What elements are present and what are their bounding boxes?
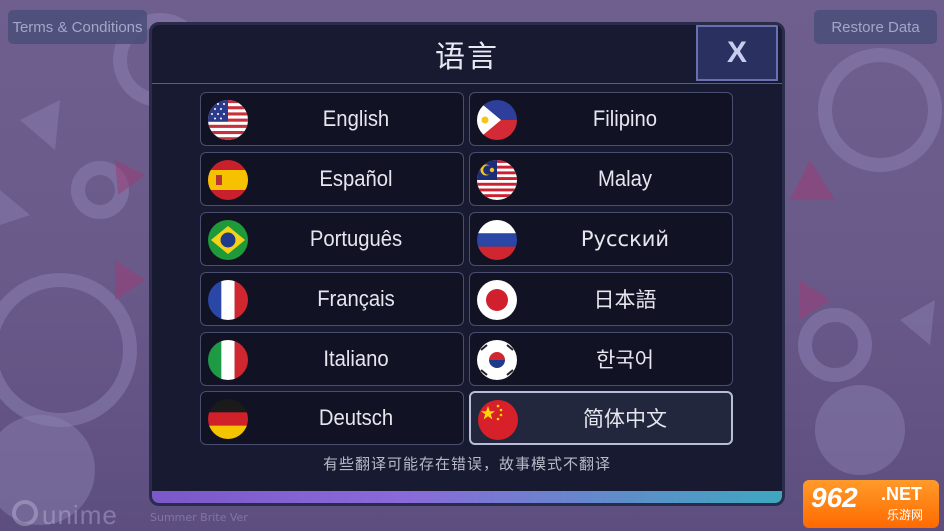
brand-logo: unime: [12, 500, 118, 531]
language-label: 한국어: [596, 348, 654, 372]
jp-flag-icon: [477, 280, 517, 320]
br-flag-icon: [208, 220, 248, 260]
my-flag-icon: [477, 160, 517, 200]
language-label: Italiano: [323, 346, 389, 371]
language-option-francais[interactable]: Français: [200, 272, 464, 326]
restore-data-button[interactable]: Restore Data: [814, 10, 937, 44]
language-label: Português: [309, 226, 403, 251]
language-option-russian[interactable]: Русский: [469, 212, 733, 266]
language-option-italiano[interactable]: Italiano: [200, 332, 464, 386]
watermark-number: 962: [811, 482, 858, 513]
language-option-korean[interactable]: 한국어: [469, 332, 733, 386]
language-label: Français: [317, 286, 395, 311]
dialog-header: 语言: [152, 25, 782, 84]
ru-flag-icon: [477, 220, 517, 260]
language-option-malay[interactable]: Malay: [469, 152, 733, 206]
de-flag-icon: [208, 399, 248, 439]
language-option-filipino[interactable]: Filipino: [469, 92, 733, 146]
brand-subtitle: Summer Brite Ver: [150, 511, 248, 524]
language-label: Deutsch: [318, 405, 394, 430]
language-option-simplified-chinese[interactable]: 简体中文: [469, 391, 733, 445]
terms-and-conditions-button[interactable]: Terms & Conditions: [8, 10, 147, 44]
us-flag-icon: [208, 100, 248, 140]
dialog-title: 语言: [435, 40, 499, 75]
cn-flag-icon: [478, 400, 518, 440]
language-label: Español: [319, 166, 393, 191]
language-label: English: [322, 106, 390, 131]
language-label: Filipino: [592, 106, 658, 131]
brand-ring-icon: [12, 500, 38, 526]
language-label: Русский: [580, 227, 670, 251]
es-flag-icon: [208, 160, 248, 200]
language-option-japanese[interactable]: 日本語: [469, 272, 733, 326]
language-dialog: 语言 X English Filipino Español Malay Port…: [149, 22, 785, 506]
it-flag-icon: [208, 340, 248, 380]
progress-bar: [152, 491, 782, 503]
close-button[interactable]: X: [696, 25, 778, 81]
translation-disclaimer: 有些翻译可能存在错误，故事模式不翻译: [322, 455, 611, 473]
kr-flag-icon: [477, 340, 517, 380]
language-label: 日本語: [593, 288, 657, 312]
language-option-deutsch[interactable]: Deutsch: [200, 391, 464, 445]
language-option-espanol[interactable]: Español: [200, 152, 464, 206]
language-label: 简体中文: [583, 407, 667, 431]
fr-flag-icon: [208, 280, 248, 320]
close-icon: X: [726, 36, 747, 69]
language-label: Malay: [598, 166, 652, 191]
ph-flag-icon: [477, 100, 517, 140]
watermark-suffix: .NET: [881, 484, 923, 504]
language-option-portugues[interactable]: Português: [200, 212, 464, 266]
brand-text: unime: [42, 500, 118, 530]
site-watermark: 962 .NET 乐游网: [803, 480, 939, 528]
language-option-english[interactable]: English: [200, 92, 464, 146]
watermark-subtitle: 乐游网: [887, 508, 924, 522]
progress-fill: [152, 491, 782, 503]
